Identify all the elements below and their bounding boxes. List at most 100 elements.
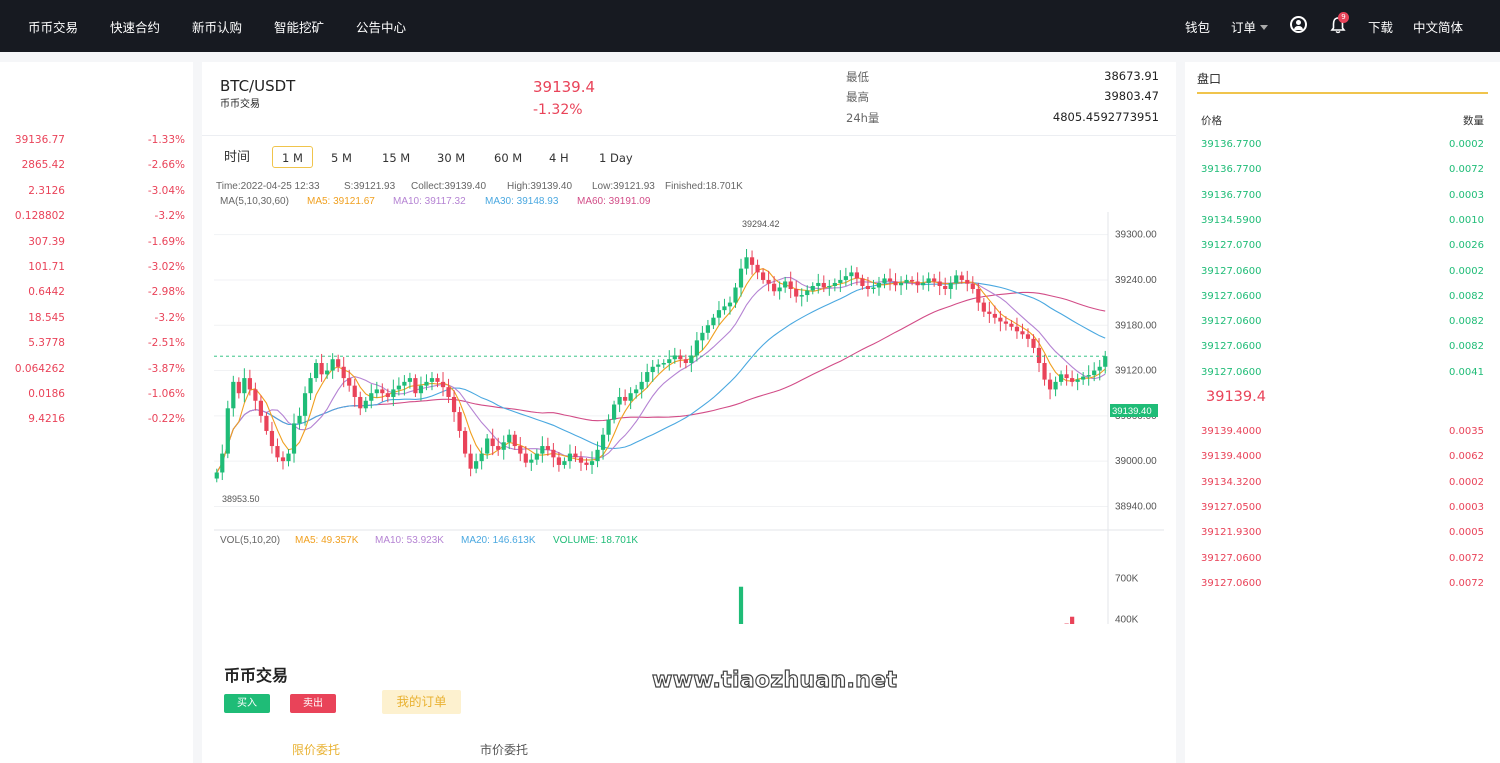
tab-timeframe-4h[interactable]: 4 H — [539, 146, 579, 168]
candle-body — [998, 317, 1003, 322]
candle-body — [838, 279, 843, 283]
candle-body — [247, 378, 252, 390]
info-high: High:39139.40 — [507, 181, 572, 192]
candle-body — [727, 302, 733, 307]
orderbook-ask-row[interactable]: 39127.0600 0.0082 — [1201, 316, 1484, 334]
candle-body — [269, 430, 275, 447]
candle-body — [551, 449, 556, 458]
orderbook-ask-row[interactable]: 39127.0600 0.0082 — [1201, 341, 1484, 359]
market-list-item[interactable]: 0.128802 -3.2% — [0, 210, 193, 230]
ask-qty: 0.0010 — [1449, 214, 1484, 226]
market-list-item[interactable]: 2.3126 -3.04% — [0, 185, 193, 205]
candle-body — [1020, 331, 1025, 335]
candle-body — [772, 283, 777, 292]
orderbook-bid-row[interactable]: 39127.0500 0.0003 — [1201, 502, 1484, 520]
candle-body — [474, 461, 479, 469]
candle-body — [220, 453, 225, 473]
candle-body — [683, 359, 688, 363]
candle-body — [286, 453, 291, 462]
user-icon[interactable] — [1290, 16, 1307, 33]
candle-body — [827, 285, 832, 288]
nav-download[interactable]: 下载 — [1368, 17, 1393, 36]
market-list-item[interactable]: 307.39 -1.69% — [0, 236, 193, 256]
candle-body — [562, 461, 567, 465]
market-list-item[interactable]: 0.6442 -2.98% — [0, 286, 193, 306]
candle-body — [948, 282, 953, 290]
tab-timeframe-1day[interactable]: 1 Day — [589, 146, 643, 168]
ask-price: 39127.0600 — [1201, 341, 1262, 353]
y-tick-label: 39120.00 — [1115, 366, 1157, 377]
candle-body — [358, 396, 363, 409]
candle-body — [854, 272, 860, 279]
candle-body — [313, 363, 319, 379]
orderbook-ask-row[interactable]: 39136.7700 0.0072 — [1201, 164, 1484, 182]
market-price: 2.3126 — [28, 184, 65, 197]
market-change: -3.87% — [147, 362, 185, 375]
tab-timeframe-15m[interactable]: 15 M — [372, 146, 420, 168]
bid-qty: 0.0072 — [1449, 552, 1484, 564]
bid-price: 39121.9300 — [1201, 527, 1262, 539]
candle-body — [970, 283, 975, 290]
tab-limit-order[interactable]: 限价委托 — [292, 741, 340, 758]
market-price: 0.0186 — [28, 388, 65, 400]
nav-quick-contract[interactable]: 快速合约 — [110, 17, 160, 36]
orderbook-bid-row[interactable]: 39121.9300 0.0005 — [1201, 527, 1484, 545]
orderbook-ask-row[interactable]: 39127.0600 0.0041 — [1201, 367, 1484, 385]
tab-timeframe-1m[interactable]: 1 M — [272, 146, 313, 168]
candle-body — [253, 389, 258, 401]
bid-qty: 0.0005 — [1449, 527, 1484, 539]
orderbook-ask-row[interactable]: 39127.0600 0.0002 — [1201, 266, 1484, 284]
nav-language[interactable]: 中文简体 — [1413, 17, 1463, 36]
market-list-item[interactable]: 5.3778 -2.51% — [0, 337, 193, 357]
orderbook-bid-row[interactable]: 39139.4000 0.0062 — [1201, 451, 1484, 469]
orderbook-ask-row[interactable]: 39136.7700 0.0003 — [1201, 190, 1484, 208]
tab-timeframe-5m[interactable]: 5 M — [321, 146, 362, 168]
sell-button[interactable]: 卖出 — [290, 694, 336, 713]
orderbook-ask-row[interactable]: 39127.0600 0.0082 — [1201, 291, 1484, 309]
candle-body — [501, 442, 506, 450]
market-list-item[interactable]: 39136.77 -1.33% — [0, 134, 193, 154]
orderbook-ask-row[interactable]: 39136.7700 0.0002 — [1201, 139, 1484, 157]
market-list-item[interactable]: 0.0186 -1.06% — [0, 388, 193, 408]
candle-body — [965, 279, 970, 284]
candle-body — [363, 400, 368, 409]
candle-body — [374, 389, 379, 394]
nav-smart-mining[interactable]: 智能挖矿 — [274, 17, 324, 36]
orderbook-ask-row[interactable]: 39134.5900 0.0010 — [1201, 215, 1484, 233]
candle-body — [258, 400, 264, 416]
ask-price: 39134.5900 — [1201, 214, 1262, 226]
market-change: -1.33% — [147, 134, 185, 146]
candle-body — [628, 393, 633, 401]
orderbook-bid-row[interactable]: 39127.0600 0.0072 — [1201, 553, 1484, 571]
ask-price: 39127.0600 — [1201, 316, 1262, 328]
orderbook-bid-row[interactable]: 39134.3200 0.0002 — [1201, 477, 1484, 495]
candle-body — [987, 311, 992, 314]
nav-wallet[interactable]: 钱包 — [1185, 17, 1210, 36]
candle-body — [291, 423, 297, 454]
orderbook-bid-row[interactable]: 39127.0600 0.0072 — [1201, 578, 1484, 596]
market-list-item[interactable]: 2865.42 -2.66% — [0, 159, 193, 179]
market-change: -2.66% — [147, 159, 185, 172]
market-list-item[interactable]: 0.064262 -3.87% — [0, 363, 193, 383]
market-list-item[interactable]: 101.71 -3.02% — [0, 261, 193, 281]
orderbook-ask-row[interactable]: 39127.0700 0.0026 — [1201, 240, 1484, 258]
candle-body — [225, 408, 230, 454]
nav-announcements[interactable]: 公告中心 — [356, 17, 406, 36]
market-change: -1.69% — [147, 235, 185, 248]
candle-body — [716, 310, 722, 318]
market-list-item[interactable]: 18.545 -3.2% — [0, 312, 193, 332]
candlestick-chart[interactable]: 39300.0039240.0039180.0039120.0039060.00… — [202, 174, 1176, 624]
candle-body — [876, 282, 882, 288]
tab-timeframe-60m[interactable]: 60 M — [484, 146, 532, 168]
tab-market-order[interactable]: 市价委托 — [480, 741, 528, 758]
buy-button[interactable]: 买入 — [224, 694, 270, 713]
nav-new-coin-subscription[interactable]: 新币认购 — [192, 17, 242, 36]
nav-orders-dropdown[interactable]: 订单 — [1231, 17, 1269, 36]
my-orders-button[interactable]: 我的订单 — [382, 690, 461, 714]
candle-body — [1092, 370, 1097, 376]
nav-spot-trading[interactable]: 币币交易 — [28, 17, 78, 36]
orderbook-bid-row[interactable]: 39139.4000 0.0035 — [1201, 426, 1484, 444]
tab-timeframe-30m[interactable]: 30 M — [427, 146, 475, 168]
tab-timeframe-time[interactable]: 时间 — [217, 146, 257, 168]
market-list-item[interactable]: 9.4216 -0.22% — [0, 413, 193, 433]
